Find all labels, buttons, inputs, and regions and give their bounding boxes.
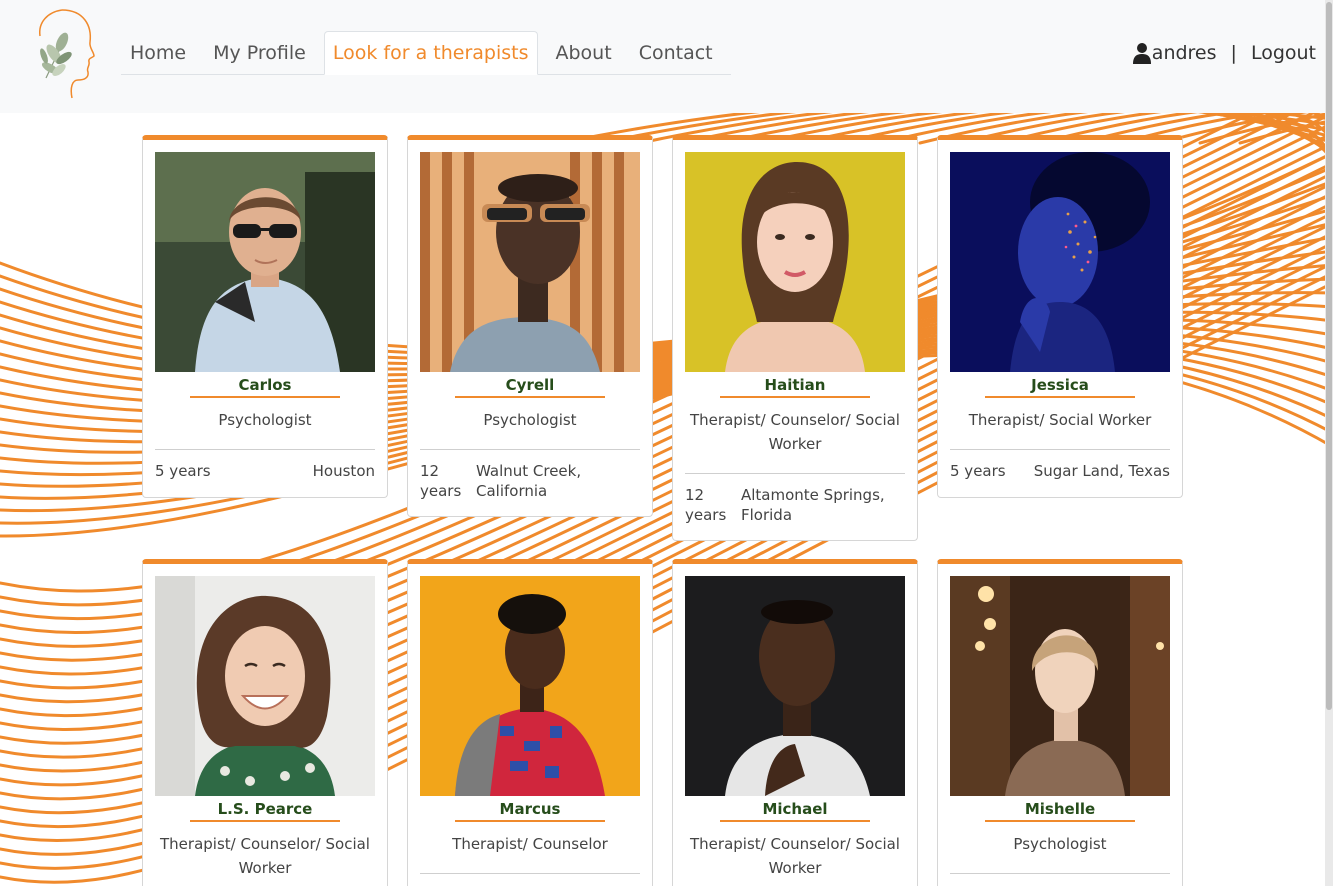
nav-about[interactable]: About — [547, 31, 621, 75]
therapist-name: Cyrell — [505, 376, 555, 394]
user-icon — [1132, 43, 1151, 64]
therapist-meta: 12 years Walnut Creek, California — [420, 461, 640, 501]
portrait-man-dark-bg-icon — [685, 576, 905, 796]
therapist-location: Altamonte Springs, Florida — [741, 486, 885, 524]
portrait-woman-warm-light-icon — [950, 576, 1170, 796]
name-underline — [455, 396, 605, 398]
therapist-name: Haitian — [764, 376, 826, 394]
portrait-man-orange-bg-icon — [420, 576, 640, 796]
therapist-card-ls-pearce[interactable]: L.S. Pearce Therapist/ Counselor/ Social… — [142, 559, 388, 886]
therapist-name: Jessica — [1031, 376, 1089, 394]
therapist-experience: 12 years — [685, 486, 727, 524]
leaf-face-logo-icon — [39, 9, 95, 99]
therapist-name: L.S. Pearce — [217, 800, 313, 818]
card-divider — [950, 449, 1170, 450]
navbar: Home My Profile Look for a therapists Ab… — [0, 0, 1333, 113]
therapist-photo — [155, 576, 375, 796]
therapist-meta: 5 years Houston — [155, 461, 375, 481]
nav-separator: | — [1230, 42, 1237, 64]
portrait-woman-smiling-icon — [155, 576, 375, 796]
name-underline — [720, 396, 870, 398]
therapist-photo — [420, 152, 640, 372]
name-underline — [985, 396, 1135, 398]
name-underline — [190, 396, 340, 398]
therapist-role: Therapist/ Counselor/ Social Worker — [160, 835, 370, 877]
therapist-role: Therapist/ Social Worker — [968, 411, 1152, 429]
card-divider — [420, 873, 640, 874]
therapist-photo — [420, 576, 640, 796]
username-link[interactable]: andres — [1152, 42, 1217, 64]
card-divider — [155, 449, 375, 450]
nav-look-for-therapists[interactable]: Look for a therapists — [323, 31, 538, 75]
nav-my-profile[interactable]: My Profile — [204, 31, 315, 75]
therapist-card-carlos[interactable]: Carlos Psychologist 5 years Houston — [142, 135, 388, 498]
logout-link[interactable]: Logout — [1251, 42, 1316, 64]
therapist-photo — [950, 152, 1170, 372]
therapist-meta: 12 years Altamonte Springs, Florida — [685, 485, 905, 525]
therapist-name: Marcus — [499, 800, 561, 818]
card-divider — [420, 449, 640, 450]
therapist-role: Psychologist — [218, 411, 312, 429]
portrait-woman-blue-glitter-icon — [950, 152, 1170, 372]
therapist-photo — [685, 152, 905, 372]
therapist-role: Therapist/ Counselor/ Social Worker — [690, 411, 900, 453]
therapist-role: Psychologist — [483, 411, 577, 429]
therapist-location: Sugar Land, Texas — [1033, 462, 1170, 480]
therapist-card-jessica[interactable]: Jessica Therapist/ Social Worker 5 years… — [937, 135, 1183, 498]
portrait-man-sunglasses-profile-icon — [420, 152, 640, 372]
card-divider — [950, 873, 1170, 874]
nav-home[interactable]: Home — [121, 31, 195, 75]
therapist-card-marcus[interactable]: Marcus Therapist/ Counselor — [407, 559, 653, 886]
therapist-experience: 5 years — [155, 462, 211, 480]
therapist-name: Carlos — [238, 376, 292, 394]
therapist-meta: 5 years Sugar Land, Texas — [950, 461, 1170, 481]
therapist-location: Walnut Creek, California — [476, 462, 582, 500]
therapist-photo — [950, 576, 1170, 796]
therapist-location: Houston — [312, 462, 375, 480]
therapist-photo — [685, 576, 905, 796]
name-underline — [985, 820, 1135, 822]
therapist-card-haitian[interactable]: Haitian Therapist/ Counselor/ Social Wor… — [672, 135, 918, 541]
nav-contact[interactable]: Contact — [630, 31, 722, 75]
card-divider — [685, 473, 905, 474]
therapist-name: Michael — [762, 800, 828, 818]
therapist-role: Therapist/ Counselor — [452, 835, 608, 853]
user-area: andres | Logout — [1132, 38, 1316, 68]
therapist-card-mishelle[interactable]: Mishelle Psychologist — [937, 559, 1183, 886]
name-underline — [720, 820, 870, 822]
portrait-woman-yellow-bg-icon — [685, 152, 905, 372]
therapist-role: Therapist/ Counselor/ Social Worker — [690, 835, 900, 877]
portrait-man-sunglasses-icon — [155, 152, 375, 372]
vertical-scrollbar[interactable] — [1325, 0, 1333, 886]
main-nav: Home My Profile Look for a therapists Ab… — [121, 31, 731, 75]
therapist-experience: 12 years — [420, 462, 462, 500]
therapist-role: Psychologist — [1013, 835, 1107, 853]
therapist-experience: 5 years — [950, 462, 1006, 480]
name-underline — [455, 820, 605, 822]
therapist-card-michael[interactable]: Michael Therapist/ Counselor/ Social Wor… — [672, 559, 918, 886]
scrollbar-thumb[interactable] — [1326, 2, 1332, 710]
name-underline — [190, 820, 340, 822]
therapist-name: Mishelle — [1024, 800, 1096, 818]
therapist-photo — [155, 152, 375, 372]
therapist-card-cyrell[interactable]: Cyrell Psychologist 12 years Walnut Cree… — [407, 135, 653, 517]
